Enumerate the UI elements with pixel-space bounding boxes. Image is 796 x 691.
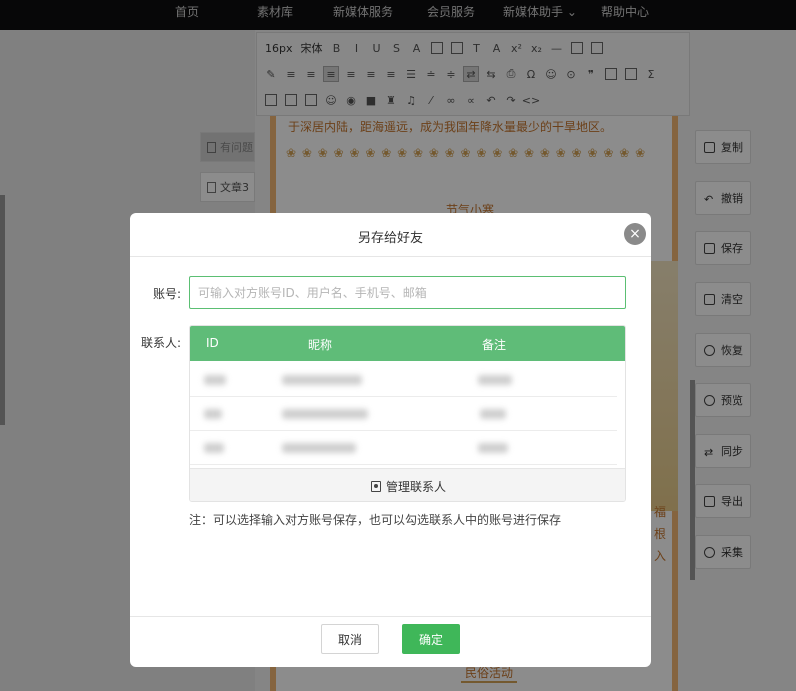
close-icon: ×: [629, 226, 641, 242]
confirm-button[interactable]: 确定: [402, 624, 460, 654]
blurred-cell: [204, 375, 226, 385]
table-row[interactable]: [190, 431, 617, 465]
close-button[interactable]: ×: [624, 223, 646, 245]
column-header-id: ID: [206, 336, 219, 350]
blurred-cell: [204, 409, 222, 419]
contact-card-icon: [370, 480, 381, 492]
contacts-table: ID 昵称 备注 管理联系人: [189, 325, 626, 502]
cancel-button[interactable]: 取消: [321, 624, 379, 654]
dialog-title: 另存给好友: [357, 231, 423, 246]
blurred-cell: [478, 443, 508, 453]
blurred-cell: [204, 443, 224, 453]
blurred-cell: [282, 443, 356, 453]
blurred-cell: [480, 409, 506, 419]
manage-contacts-label: 管理联系人: [385, 479, 446, 494]
dialog-footer: 取消 确定: [130, 616, 651, 667]
table-row[interactable]: [190, 397, 617, 431]
column-header-nickname: 昵称: [308, 338, 333, 352]
dialog-header: 另存给好友 ×: [130, 213, 651, 257]
contacts-table-header: ID 昵称 备注: [190, 326, 625, 361]
blurred-cell: [282, 375, 362, 385]
column-header-remark: 备注: [482, 338, 507, 352]
contacts-label: 联系人:: [141, 336, 182, 350]
account-input[interactable]: [189, 276, 626, 309]
blurred-cell: [478, 375, 512, 385]
manage-contacts-button[interactable]: 管理联系人: [190, 468, 625, 501]
table-row[interactable]: [190, 363, 617, 397]
save-to-friend-dialog: 另存给好友 × 账号: 联系人: ID 昵称 备注 管理联: [130, 213, 651, 667]
account-label: 账号:: [153, 287, 182, 301]
save-note: 注：可以选择输入对方账号保存，也可以勾选联系人中的账号进行保存: [189, 513, 562, 527]
blurred-cell: [282, 409, 368, 419]
